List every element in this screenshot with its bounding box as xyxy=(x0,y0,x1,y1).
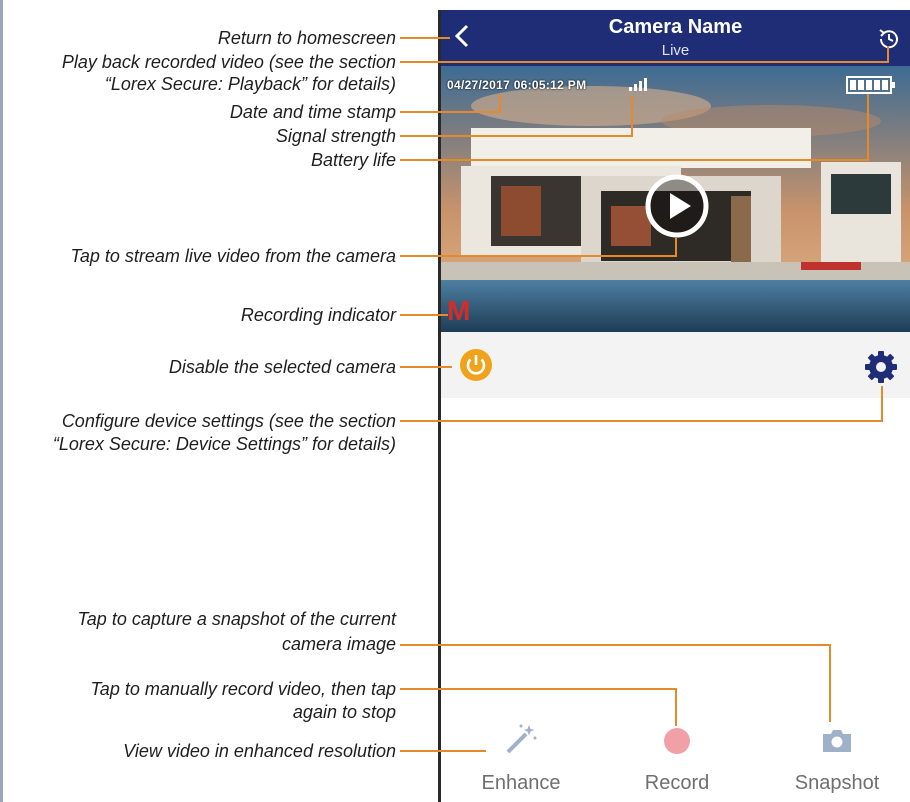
callout-timestamp: Date and time stamp xyxy=(229,102,396,122)
callout-snapshot-line1: Tap to capture a snapshot of the current xyxy=(77,609,396,629)
callout-battery: Battery life xyxy=(310,150,396,170)
callout-recording: Recording indicator xyxy=(240,305,396,325)
callout-stream: Tap to stream live video from the camera xyxy=(70,246,396,266)
callout-snapshot-line2: camera image xyxy=(281,634,396,654)
callout-playback-line2: “Lorex Secure: Playback” for details) xyxy=(104,74,396,94)
callout-settings-line1: Configure device settings (see the secti… xyxy=(61,411,396,431)
callout-record-line1: Tap to manually record video, then tap xyxy=(90,679,396,699)
callout-settings-line2: “Lorex Secure: Device Settings” for deta… xyxy=(52,434,396,454)
callout-record-line2: again to stop xyxy=(292,702,396,722)
callout-return-home: Return to homescreen xyxy=(217,28,396,48)
callout-enhance: View video in enhanced resolution xyxy=(123,741,396,761)
callout-playback-line1: Play back recorded video (see the sectio… xyxy=(61,52,396,72)
callout-signal: Signal strength xyxy=(275,126,396,146)
callout-disable: Disable the selected camera xyxy=(168,357,396,377)
